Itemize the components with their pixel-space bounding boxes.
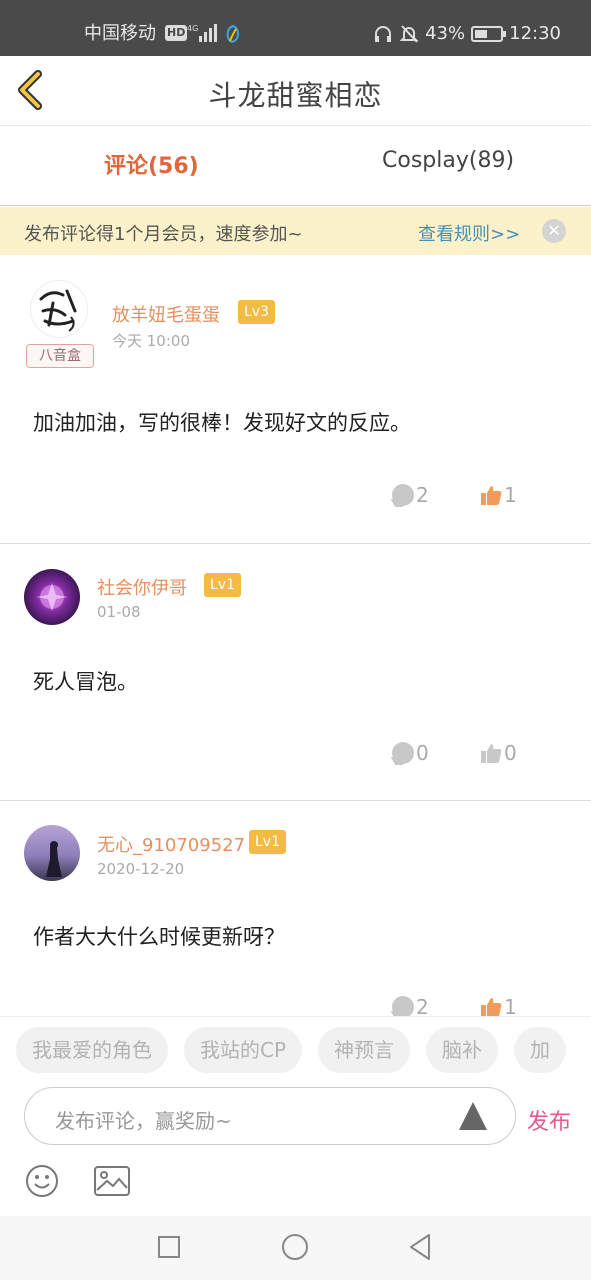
comment-item: 八音盒 放羊妞毛蛋蛋 Lv3 今天 10:00 加油加油，写的很棒！发现好文的反… (0, 255, 591, 544)
comment-time: 2020-12-20 (97, 860, 185, 878)
app-header: 斗龙甜蜜相恋 (0, 56, 591, 126)
comment-text: 作者大大什么时候更新呀？ (33, 925, 285, 949)
tab-comments[interactable]: 评论(56) (104, 148, 199, 180)
like-count: 1 (504, 995, 517, 1016)
hd-icon: HD (165, 25, 188, 41)
thumbs-up-icon (481, 486, 502, 505)
comment-input-panel: 我最爱的角色 我站的CP 神预言 脑补 加 发布评论，赢奖励~ 发布 (0, 1016, 591, 1216)
publish-button[interactable]: 发布 (527, 1104, 571, 1136)
image-icon[interactable] (94, 1166, 130, 1196)
emoji-icon[interactable] (25, 1164, 59, 1198)
level-badge: Lv3 (238, 300, 275, 324)
mute-bell-icon (399, 25, 419, 43)
recent-apps-icon[interactable] (158, 1236, 180, 1258)
comment-bubble-icon (392, 484, 414, 506)
view-rules-link[interactable]: 查看规则>> (418, 220, 520, 246)
tab-cosplay[interactable]: Cosplay(89) (382, 148, 514, 173)
tab-bar: 评论(56) Cosplay(89) (0, 126, 591, 206)
avatar[interactable] (24, 825, 80, 881)
like-count: 0 (504, 741, 517, 765)
status-bar: 中国移动 HD 4G 43% 12:30 (0, 0, 591, 56)
quick-tag-chip[interactable]: 我站的CP (184, 1027, 303, 1073)
comment-time: 今天 10:00 (112, 332, 190, 350)
quick-tag-list: 我最爱的角色 我站的CP 神预言 脑补 加 (16, 1027, 567, 1073)
like-count: 1 (504, 483, 517, 507)
app-notification-icon (226, 24, 240, 43)
reply-button[interactable]: 2 (392, 483, 429, 507)
comment-bubble-icon (392, 996, 414, 1016)
comment-item: 社会你伊哥 Lv1 01-08 死人冒泡。 0 0 (0, 544, 591, 801)
flower-avatar-image (36, 583, 68, 611)
carrier-name: 中国移动 (84, 23, 156, 44)
level-badge: Lv1 (249, 830, 286, 854)
quick-tag-chip[interactable]: 加 (514, 1027, 567, 1073)
like-button[interactable]: 1 (480, 483, 517, 507)
reply-count: 2 (416, 995, 429, 1016)
notice-text: 发布评论得1个月会员，速度参加~ (24, 224, 303, 245)
comment-input[interactable]: 发布评论，赢奖励~ (24, 1087, 516, 1145)
page-title: 斗龙甜蜜相恋 (208, 79, 383, 112)
thumbs-up-icon (481, 998, 502, 1016)
status-right: 43% 12:30 (373, 22, 561, 46)
avatar[interactable] (30, 280, 88, 338)
quick-tag-chip[interactable]: 脑补 (426, 1027, 499, 1073)
username[interactable]: 无心_910709527 (97, 831, 245, 857)
quick-tag-chip[interactable]: 我最爱的角色 (16, 1027, 168, 1073)
like-button[interactable]: 1 (480, 995, 517, 1016)
home-icon[interactable] (282, 1234, 308, 1260)
reply-button[interactable]: 2 (392, 995, 429, 1016)
comment-text: 死人冒泡。 (33, 670, 138, 694)
system-nav-bar (0, 1216, 591, 1280)
signal-icon: 4G (187, 24, 217, 42)
like-button[interactable]: 0 (480, 741, 517, 765)
headphones-icon (375, 26, 392, 42)
calligraphy-avatar-image (33, 283, 87, 337)
comment-text: 加油加油，写的很棒！发现好文的反应。 (33, 411, 411, 435)
comment-item: 无心_910709527 Lv1 2020-12-20 作者大大什么时候更新呀？… (0, 801, 591, 1016)
reply-count: 2 (416, 483, 429, 507)
thumbs-up-icon (481, 744, 502, 763)
battery-icon (471, 26, 507, 42)
reply-button[interactable]: 0 (392, 741, 429, 765)
comment-time: 01-08 (97, 603, 141, 621)
username[interactable]: 放羊妞毛蛋蛋 (112, 301, 220, 327)
quick-tag-chip[interactable]: 神预言 (318, 1027, 411, 1073)
avatar[interactable] (24, 569, 80, 625)
svg-text:4G: 4G (187, 24, 198, 33)
comment-input-placeholder: 发布评论，赢奖励~ (55, 1109, 232, 1133)
clock: 12:30 (509, 23, 561, 44)
frame-badge: 八音盒 (26, 344, 94, 368)
battery-percent: 43% (425, 23, 466, 44)
close-icon[interactable]: ✕ (542, 219, 566, 243)
nav-back-icon[interactable] (408, 1233, 432, 1261)
username[interactable]: 社会你伊哥 (97, 574, 187, 600)
promo-notice: 发布评论得1个月会员，速度参加~ 查看规则>> ✕ (0, 207, 591, 255)
reply-count: 0 (416, 741, 429, 765)
expand-up-icon[interactable] (459, 1102, 487, 1130)
comment-bubble-icon (392, 742, 414, 764)
level-badge: Lv1 (204, 573, 241, 597)
girl-silhouette-avatar-image (46, 841, 62, 877)
